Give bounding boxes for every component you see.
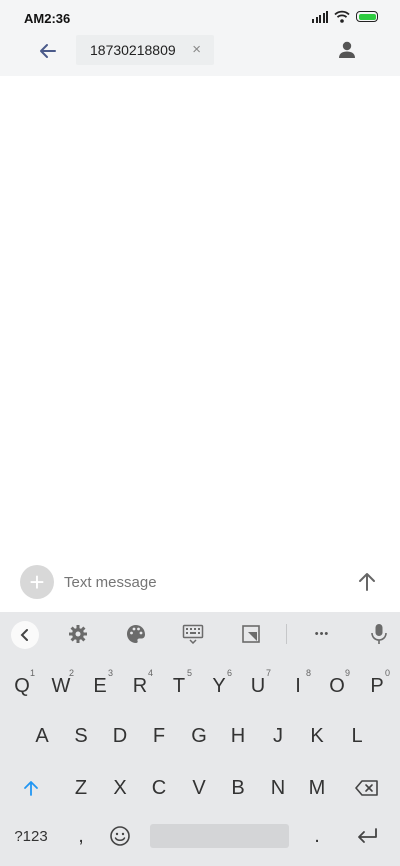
keyboard-mode-button[interactable]: [181, 622, 205, 646]
compose-bar: +: [0, 562, 400, 604]
plus-icon: +: [29, 567, 45, 597]
gear-icon: [69, 625, 87, 643]
wifi-icon: [334, 10, 350, 23]
chevron-left-icon: [20, 629, 28, 641]
keyboard-toolbar: •••: [0, 612, 400, 656]
space-key[interactable]: [150, 824, 289, 848]
key-a[interactable]: A: [25, 718, 59, 754]
key-q[interactable]: Q1: [5, 668, 39, 704]
backspace-icon: [355, 780, 378, 796]
key-u[interactable]: U7: [241, 668, 275, 704]
message-input[interactable]: [64, 574, 324, 591]
key-d[interactable]: D: [103, 718, 137, 754]
keyboard: ••• Q1 W2 E3 R4 T5 Y6 U7 I8 O9 P0 A S D …: [0, 612, 400, 866]
symbols-key[interactable]: ?123: [6, 818, 56, 854]
key-c[interactable]: C: [142, 770, 176, 806]
key-s[interactable]: S: [64, 718, 98, 754]
key-n[interactable]: N: [261, 770, 295, 806]
palette-icon: [127, 625, 145, 643]
settings-button[interactable]: [66, 622, 90, 646]
key-z[interactable]: Z: [64, 770, 98, 806]
emoji-key[interactable]: [103, 818, 137, 854]
shift-arrow-icon: [24, 781, 38, 796]
person-icon: [339, 41, 355, 58]
contact-button[interactable]: [335, 38, 359, 62]
theme-button[interactable]: [124, 622, 148, 646]
key-y[interactable]: Y6: [202, 668, 236, 704]
add-attachment-button[interactable]: +: [20, 565, 54, 599]
status-time: AM2:36: [24, 11, 71, 26]
resize-icon: [242, 625, 260, 643]
enter-icon: [358, 828, 377, 843]
key-f[interactable]: F: [142, 718, 176, 754]
resize-keyboard-button[interactable]: [239, 622, 263, 646]
key-w[interactable]: W2: [44, 668, 78, 704]
recipient-header: 18730218809 ×: [0, 34, 400, 76]
key-g[interactable]: G: [182, 718, 216, 754]
key-i[interactable]: I8: [281, 668, 315, 704]
key-m[interactable]: M: [300, 770, 334, 806]
key-h[interactable]: H: [221, 718, 255, 754]
comma-key[interactable]: ,: [64, 818, 98, 854]
more-icon: •••: [314, 628, 330, 640]
recipient-number: 18730218809: [90, 42, 176, 58]
remove-recipient-button[interactable]: ×: [192, 42, 201, 58]
collapse-toolbar-button[interactable]: [11, 621, 39, 649]
more-button[interactable]: •••: [310, 622, 334, 646]
toolbar-divider: [286, 624, 287, 644]
backspace-key[interactable]: [350, 770, 384, 806]
key-b[interactable]: B: [221, 770, 255, 806]
status-icons: [312, 10, 378, 23]
key-r[interactable]: R4: [123, 668, 157, 704]
conversation-area: [0, 76, 400, 562]
microphone-icon: [371, 624, 387, 644]
enter-key[interactable]: [350, 818, 384, 854]
keyboard-icon: [182, 624, 204, 644]
key-x[interactable]: X: [103, 770, 137, 806]
arrow-left-icon: [40, 44, 56, 58]
battery-level: [358, 13, 376, 20]
smiley-icon: [110, 826, 130, 846]
status-bar: AM2:36: [0, 0, 400, 34]
back-button[interactable]: [36, 39, 60, 63]
key-v[interactable]: V: [182, 770, 216, 806]
key-j[interactable]: J: [261, 718, 295, 754]
arrow-up-icon: [359, 573, 375, 591]
signal-icon: [312, 10, 328, 23]
battery-icon: [356, 11, 378, 22]
key-o[interactable]: O9: [320, 668, 354, 704]
shift-key[interactable]: [14, 770, 48, 806]
key-e[interactable]: E3: [83, 668, 117, 704]
key-t[interactable]: T5: [162, 668, 196, 704]
voice-input-button[interactable]: [367, 622, 391, 646]
send-button[interactable]: [356, 571, 378, 593]
period-key[interactable]: .: [300, 818, 334, 854]
key-p[interactable]: P0: [360, 668, 394, 704]
key-k[interactable]: K: [300, 718, 334, 754]
key-l[interactable]: L: [340, 718, 374, 754]
recipient-chip[interactable]: 18730218809 ×: [76, 35, 214, 65]
